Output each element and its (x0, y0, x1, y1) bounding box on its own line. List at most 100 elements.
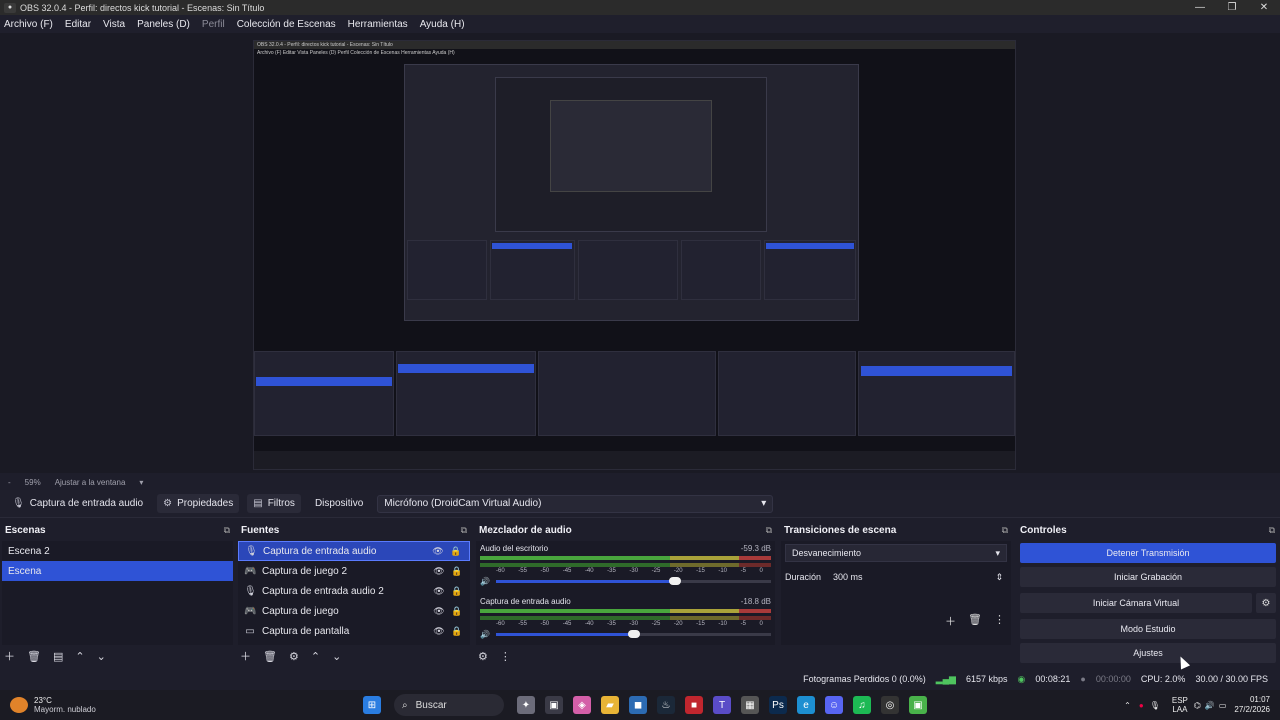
close-button[interactable]: ✕ (1248, 0, 1280, 15)
eye-icon[interactable]: 👁 (432, 586, 446, 597)
record-time: 00:00:00 (1095, 674, 1131, 684)
menu-vista[interactable]: Vista (103, 19, 125, 30)
photoshop-icon[interactable]: Ps (769, 696, 787, 714)
menu-coleccion-escenas[interactable]: Colección de Escenas (237, 19, 336, 30)
eye-icon[interactable]: 👁 (432, 626, 446, 637)
taskbar-search[interactable]: ⌕ Buscar (394, 694, 504, 716)
zoom-fit-label[interactable]: Ajustar a la ventana (55, 478, 126, 487)
source-row[interactable]: ▭ Captura de pantalla 👁 🔒 (238, 621, 470, 641)
source-row[interactable]: 🎙 Captura de entrada audio 👁 🔒 (238, 541, 470, 561)
down-arrow-icon[interactable]: ⌄ (332, 650, 341, 663)
gear-icon[interactable]: ⚙ (289, 650, 299, 663)
device-select[interactable]: Micrófono (DroidCam Virtual Audio) ▾ (377, 494, 774, 513)
copilot-icon[interactable]: ◈ (573, 696, 591, 714)
scene-item-selected[interactable]: Escena (2, 561, 233, 581)
source-row[interactable]: 🎮 Captura de juego 2 👁 🔒 (238, 561, 470, 581)
source-row[interactable]: 🎙 Captura de entrada audio 2 👁 🔒 (238, 581, 470, 601)
speaker-icon[interactable]: 🔊 (480, 630, 492, 639)
add-icon[interactable]: ＋ (4, 648, 15, 664)
spotify-icon[interactable]: ♫ (853, 696, 871, 714)
widgets-icon[interactable]: ✦ (517, 696, 535, 714)
volume-knob[interactable] (627, 630, 640, 638)
more-menu-icon[interactable]: ⋮ (500, 650, 511, 663)
up-arrow-icon[interactable]: ⌃ (75, 650, 84, 663)
scene-item[interactable]: Escena 2 (2, 541, 233, 561)
tick-label: -50 (540, 621, 550, 627)
app-green-icon[interactable]: ▣ (909, 696, 927, 714)
stop-stream-button[interactable]: Detener Transmisión (1020, 543, 1276, 563)
add-icon[interactable]: ＋ (945, 613, 956, 629)
menu-ayuda[interactable]: Ayuda (H) (420, 19, 465, 30)
filters-button[interactable]: ▤ Filtros (247, 494, 301, 513)
menu-herramientas[interactable]: Herramientas (348, 19, 408, 30)
dock-undock-icon[interactable]: ⧉ (766, 525, 772, 536)
zoom-dropdown-icon[interactable]: ▾ (139, 478, 143, 487)
mixer-settings-icon[interactable]: ⚙ (478, 650, 488, 663)
teams-icon[interactable]: T (713, 696, 731, 714)
tray-app-icon[interactable]: ● (1139, 701, 1144, 710)
weather-widget[interactable]: 23°C Mayorm. nublado (10, 696, 310, 714)
edge-icon[interactable]: e (797, 696, 815, 714)
chevron-up-icon[interactable]: ⌃ (1124, 701, 1131, 710)
minimize-button[interactable]: — (1184, 0, 1216, 15)
settings-button[interactable]: Ajustes (1020, 643, 1276, 663)
volume-slider[interactable] (496, 577, 771, 585)
maximize-button[interactable]: ❐ (1216, 0, 1248, 15)
zoom-value[interactable]: 59% (25, 478, 41, 487)
file-explorer-icon[interactable]: ▰ (601, 696, 619, 714)
properties-button[interactable]: ⚙ Propiedades (157, 494, 240, 513)
volume-slider[interactable] (496, 630, 771, 638)
duration-spinbox[interactable]: 300 ms ⇕ (829, 568, 1007, 586)
menu-editar[interactable]: Editar (65, 19, 91, 30)
mic-tray-icon[interactable]: 🎙 (1150, 701, 1160, 710)
dock-undock-icon[interactable]: ⧉ (461, 525, 467, 536)
trash-icon[interactable]: 🗑 (968, 613, 982, 629)
eye-icon[interactable]: 👁 (431, 546, 445, 557)
device-label: Dispositivo (309, 494, 369, 513)
dock-undock-icon[interactable]: ⧉ (1269, 525, 1275, 536)
add-icon[interactable]: ＋ (240, 648, 251, 664)
dock-undock-icon[interactable]: ⧉ (1002, 525, 1008, 536)
network-icon[interactable]: ⌬ (1194, 701, 1201, 710)
discord-icon[interactable]: ☺ (825, 696, 843, 714)
source-row[interactable]: 🎮 Captura de juego 👁 🔒 (238, 601, 470, 621)
trash-icon[interactable]: 🗑 (27, 650, 41, 663)
battery-icon[interactable]: ▭ (1219, 701, 1227, 710)
eye-icon[interactable]: 👁 (432, 606, 446, 617)
volume-knob[interactable] (668, 577, 681, 585)
obs-taskbar-icon[interactable]: ◎ (881, 696, 899, 714)
dock-undock-icon[interactable]: ⧉ (224, 525, 230, 536)
menu-archivo[interactable]: Archivo (F) (4, 19, 53, 30)
spin-arrows-icon[interactable]: ⇕ (995, 572, 1003, 583)
trash-icon[interactable]: 🗑 (263, 650, 277, 663)
menu-paneles[interactable]: Paneles (D) (137, 19, 190, 30)
lock-icon[interactable]: 🔒 (450, 606, 464, 617)
up-arrow-icon[interactable]: ⌃ (311, 650, 320, 663)
filter-icon[interactable]: ▤ (53, 650, 63, 663)
windows-start-icon[interactable]: ⊞ (363, 696, 381, 714)
clock[interactable]: 01:07 27/2/2026 (1234, 695, 1270, 715)
lock-icon[interactable]: 🔒 (450, 586, 464, 597)
task-view-icon[interactable]: ▣ (545, 696, 563, 714)
start-virtual-camera-button[interactable]: Iniciar Cámara Virtual (1020, 593, 1252, 613)
speaker-icon[interactable]: 🔊 (480, 577, 492, 586)
lock-icon[interactable]: 🔒 (450, 566, 464, 577)
lock-icon[interactable]: 🔒 (450, 626, 464, 637)
system-tray: ⌃ ● 🎙 ESP LAA ⌬ 🔊 ▭ 01:07 27/2/2026 (1124, 695, 1270, 715)
start-recording-button[interactable]: Iniciar Grabación (1020, 567, 1276, 587)
app-grid-icon[interactable]: ▦ (741, 696, 759, 714)
menu-perfil[interactable]: Perfil (202, 19, 225, 30)
language-indicator[interactable]: ESP LAA (1172, 696, 1188, 714)
transition-select[interactable]: Desvanecimiento ▾ (785, 544, 1007, 562)
gear-icon[interactable]: ⚙ (1256, 593, 1276, 613)
down-arrow-icon[interactable]: ⌄ (97, 650, 106, 663)
more-menu-icon[interactable]: ⋮ (994, 613, 1005, 629)
volume-icon[interactable]: 🔊 (1205, 701, 1215, 710)
studio-mode-button[interactable]: Modo Estudio (1020, 619, 1276, 639)
steam-icon[interactable]: ♨ (657, 696, 675, 714)
store-icon[interactable]: ◼ (629, 696, 647, 714)
app-red-icon[interactable]: ■ (685, 696, 703, 714)
preview-canvas[interactable]: OBS 32.0.4 - Perfil: directos kick tutor… (253, 40, 1016, 470)
lock-icon[interactable]: 🔒 (449, 546, 463, 557)
eye-icon[interactable]: 👁 (432, 566, 446, 577)
